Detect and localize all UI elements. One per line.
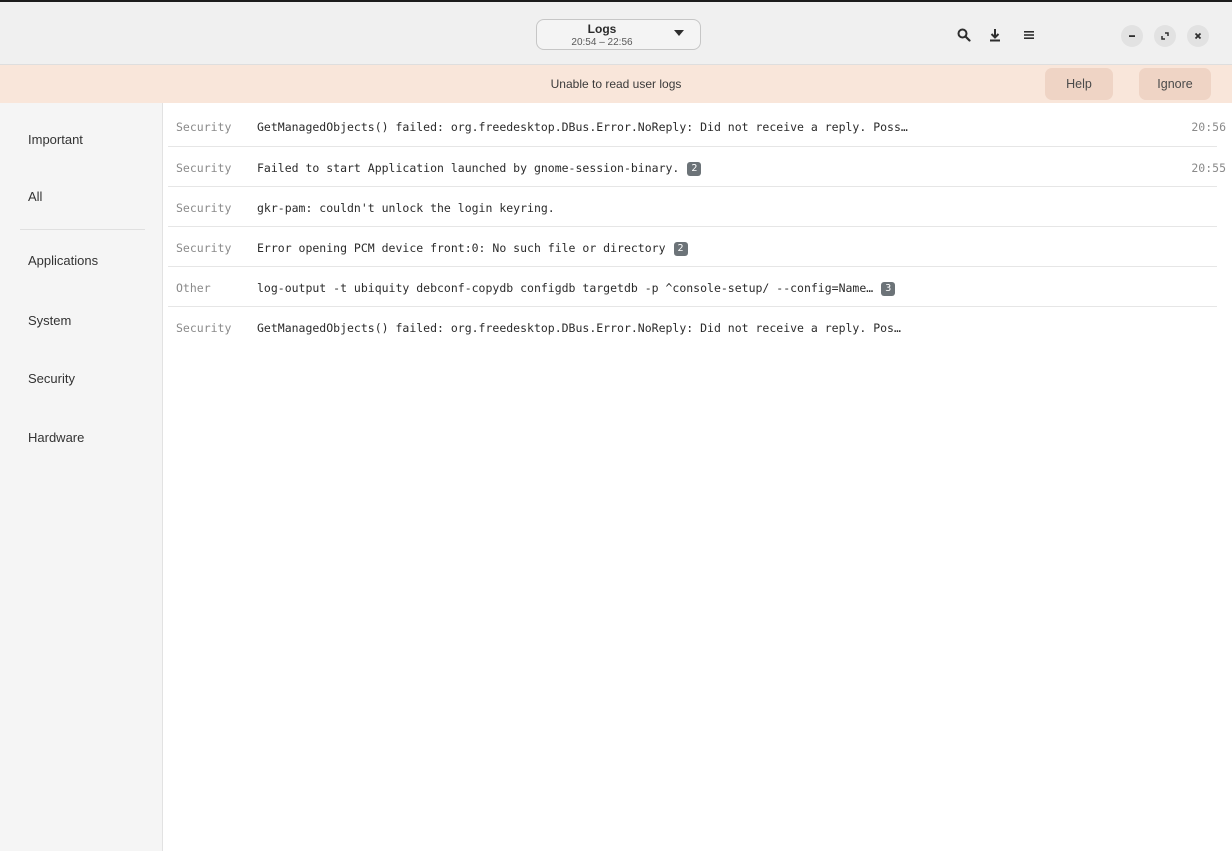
log-message-text: log-output -t ubiquity debconf-copydb co… bbox=[257, 281, 874, 295]
sidebar-item-important[interactable]: Important bbox=[28, 132, 83, 147]
header-bar: Logs 20:54 – 22:56 bbox=[0, 2, 1232, 65]
download-icon bbox=[990, 29, 1000, 42]
log-row[interactable]: Other log-output -t ubiquity debconf-cop… bbox=[168, 267, 1228, 306]
sidebar-item-hardware[interactable]: Hardware bbox=[28, 430, 84, 445]
log-message-text: Error opening PCM device front:0: No suc… bbox=[257, 241, 666, 255]
sidebar-separator bbox=[20, 229, 145, 230]
sidebar: Important All Applications System Securi… bbox=[0, 103, 163, 851]
search-icon bbox=[957, 28, 971, 42]
menu-icon bbox=[1024, 31, 1034, 39]
log-message-text: gkr-pam: couldn't unlock the login keyri… bbox=[257, 201, 555, 215]
window-title: Logs bbox=[587, 22, 617, 36]
sidebar-item-system[interactable]: System bbox=[28, 313, 71, 328]
log-row[interactable]: Security Error opening PCM device front:… bbox=[168, 227, 1228, 266]
help-button[interactable]: Help bbox=[1045, 68, 1113, 100]
log-message-text: GetManagedObjects() failed: org.freedesk… bbox=[257, 321, 901, 335]
log-message: GetManagedObjects() failed: org.freedesk… bbox=[257, 321, 901, 335]
log-time: 20:55 bbox=[1191, 161, 1226, 175]
log-category: Security bbox=[176, 241, 232, 255]
repeat-count-badge: 3 bbox=[881, 282, 896, 296]
log-category: Security bbox=[176, 120, 232, 134]
log-category: Security bbox=[176, 321, 232, 335]
main-menu-button[interactable] bbox=[1017, 23, 1041, 47]
minimize-icon bbox=[1129, 35, 1135, 37]
log-message: log-output -t ubiquity debconf-copydb co… bbox=[257, 281, 896, 296]
restore-button[interactable] bbox=[1154, 25, 1176, 47]
log-row[interactable]: Security GetManagedObjects() failed: org… bbox=[168, 106, 1228, 145]
log-message-text: Failed to start Application launched by … bbox=[257, 161, 680, 175]
log-message: Error opening PCM device front:0: No suc… bbox=[257, 241, 688, 256]
info-bar: Unable to read user logs Help Ignore bbox=[0, 65, 1232, 103]
close-icon bbox=[1194, 32, 1202, 40]
log-category: Other bbox=[176, 281, 211, 295]
minimize-button[interactable] bbox=[1121, 25, 1143, 47]
log-message: gkr-pam: couldn't unlock the login keyri… bbox=[257, 201, 555, 215]
time-range-label: 20:54 – 22:56 bbox=[571, 37, 633, 48]
repeat-count-badge: 2 bbox=[687, 162, 702, 176]
search-button[interactable] bbox=[952, 23, 976, 47]
log-message: GetManagedObjects() failed: org.freedesk… bbox=[257, 120, 908, 134]
close-button[interactable] bbox=[1187, 25, 1209, 47]
log-message: Failed to start Application launched by … bbox=[257, 161, 702, 176]
time-range-selector[interactable]: Logs 20:54 – 22:56 bbox=[536, 19, 701, 50]
export-button[interactable] bbox=[983, 23, 1007, 47]
ignore-button[interactable]: Ignore bbox=[1139, 68, 1211, 100]
log-message-text: GetManagedObjects() failed: org.freedesk… bbox=[257, 120, 908, 134]
sidebar-item-applications[interactable]: Applications bbox=[28, 253, 98, 268]
log-row[interactable]: Security gkr-pam: couldn't unlock the lo… bbox=[168, 187, 1228, 226]
sidebar-item-all[interactable]: All bbox=[28, 189, 42, 204]
log-category: Security bbox=[176, 201, 232, 215]
log-category: Security bbox=[176, 161, 232, 175]
log-row[interactable]: Security GetManagedObjects() failed: org… bbox=[168, 307, 1228, 346]
sidebar-item-security[interactable]: Security bbox=[28, 371, 75, 386]
log-time: 20:56 bbox=[1191, 120, 1226, 134]
repeat-count-badge: 2 bbox=[673, 242, 688, 256]
log-row[interactable]: Security Failed to start Application lau… bbox=[168, 147, 1228, 186]
restore-icon bbox=[1161, 32, 1169, 40]
chevron-down-icon bbox=[674, 30, 684, 36]
